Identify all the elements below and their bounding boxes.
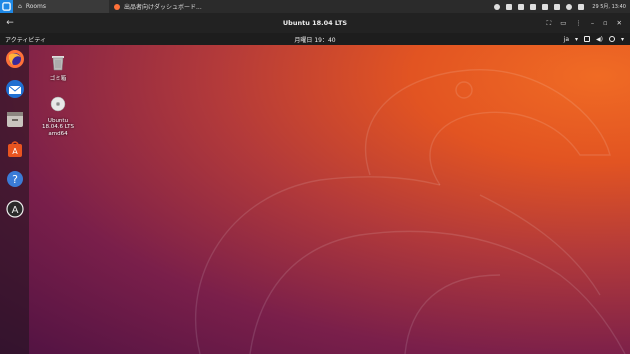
host-tab-dashboard[interactable]: 出品者向けダッシュボード...	[109, 0, 219, 13]
help-icon[interactable]: ?	[4, 168, 26, 190]
desktop-icon-dvd[interactable]: Ubuntu 18.04.6 LTS amd64	[38, 95, 78, 137]
battery-icon[interactable]	[530, 3, 537, 10]
vmware-icon[interactable]	[0, 0, 13, 13]
vm-titlebar: ← Ubuntu 18.04 LTS ⛶ ▭ ⋮ – ▫ ✕	[0, 13, 630, 33]
bell-icon[interactable]	[506, 3, 513, 10]
firefox-icon[interactable]	[4, 48, 26, 70]
clipboard-icon[interactable]	[578, 3, 585, 10]
desktop-icon-label: Ubuntu 18.04.6 LTS amd64	[42, 117, 74, 137]
firefox-icon	[114, 3, 120, 10]
trash-icon	[52, 56, 64, 71]
host-tab-label: 出品者向けダッシュボード...	[124, 4, 202, 11]
svg-text:A: A	[12, 147, 18, 156]
host-clock[interactable]: 29 5月, 13:40	[592, 3, 626, 10]
desktop[interactable]: A ? A ゴミ箱 Ubuntu 18.04.6 LTS amd64	[0, 45, 630, 354]
panel-clock[interactable]: 月曜日 19：40	[0, 35, 630, 44]
svg-text:A: A	[11, 205, 18, 216]
cloud-icon[interactable]	[566, 3, 573, 10]
dvd-icon	[50, 96, 66, 112]
volume-icon[interactable]	[542, 3, 549, 10]
network-icon[interactable]	[554, 3, 561, 10]
software-updater-icon[interactable]: A	[4, 198, 26, 220]
host-tray: 29 5月, 13:40	[494, 3, 630, 10]
host-tab-label: Rooms	[25, 2, 47, 10]
software-center-icon[interactable]: A	[4, 138, 26, 160]
desktop-icon-label: ゴミ箱	[49, 75, 67, 82]
desktop-icon-trash[interactable]: ゴミ箱	[38, 53, 78, 82]
home-icon: ⌂	[18, 2, 22, 10]
thunderbird-icon[interactable]	[4, 78, 26, 100]
ubuntu-dock: A ? A	[0, 45, 29, 354]
host-tab-rooms[interactable]: ⌂ Rooms	[13, 0, 109, 14]
bluetooth-icon[interactable]	[518, 3, 525, 10]
ubuntu-top-panel: アクティビティ 月曜日 19：40 ja ▾ ◀) ▾	[0, 33, 630, 45]
svg-text:?: ?	[12, 173, 18, 186]
files-icon[interactable]	[4, 108, 26, 130]
host-taskbar: ⌂ Rooms 出品者向けダッシュボード... 29 5月, 13:40	[0, 0, 630, 14]
wallpaper-art	[195, 69, 626, 354]
settings-icon[interactable]	[494, 3, 501, 10]
vm-title: Ubuntu 18.04 LTS	[282, 19, 348, 27]
